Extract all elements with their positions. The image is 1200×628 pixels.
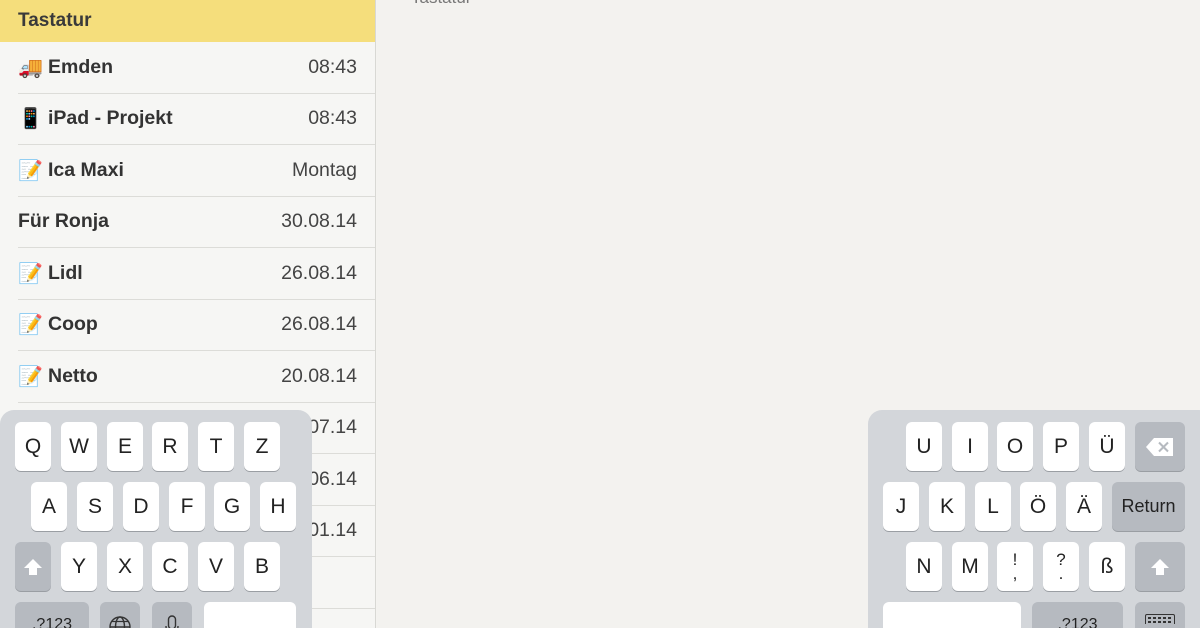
shift-key[interactable] [15,542,51,591]
key[interactable]: C [152,542,188,591]
note-item[interactable]: 📱 iPad - Projekt 08:43 [18,94,375,145]
key[interactable]: I [952,422,988,471]
globe-icon [109,615,131,628]
key[interactable]: X [107,542,143,591]
note-item[interactable]: 📝 Netto 20.08.14 [18,351,375,403]
key-lower: , [1012,563,1018,583]
note-item[interactable]: 🚚 Emden 08:43 [18,42,375,94]
space-key[interactable] [204,602,296,628]
backspace-icon [1146,437,1173,456]
note-body-text[interactable]: Tastatur [411,0,471,8]
memo-icon: 📝 [18,262,43,285]
key[interactable]: Ä [1066,482,1102,531]
memo-icon: 📝 [18,159,43,182]
note-title: Netto [48,364,98,387]
key[interactable]: P [1043,422,1079,471]
keyboard-icon [1145,614,1175,624]
note-date: 06.14 [308,467,357,490]
note-item[interactable]: Für Ronja 30.08.14 [18,197,375,248]
keyboard-right-half: U I O P Ü J K L Ö Ä Return N M ! , ? . ß… [868,410,1200,628]
note-date: 30.08.14 [281,210,357,233]
note-item[interactable]: 📝 Ica Maxi Montag [18,145,375,197]
exclamation-comma-key[interactable]: ! , [997,542,1033,591]
dictation-key[interactable] [152,602,192,628]
key[interactable]: K [929,482,965,531]
key[interactable]: B [244,542,280,591]
key[interactable]: ß [1089,542,1125,591]
key[interactable]: W [61,422,97,471]
key[interactable]: Y [61,542,97,591]
key[interactable]: A [31,482,67,531]
memo-icon: 📝 [18,365,43,388]
key[interactable]: U [906,422,942,471]
note-title: Emden [48,55,114,78]
key[interactable]: Ü [1089,422,1125,471]
note-date: 26.08.14 [281,261,357,284]
key[interactable]: L [975,482,1011,531]
note-title: iPad - Projekt [48,107,173,130]
globe-key[interactable] [100,602,140,628]
note-item[interactable]: 📝 Coop 26.08.14 [18,300,375,351]
numbers-key[interactable]: .?123 [1032,602,1123,628]
note-date: 08:43 [308,107,357,130]
microphone-icon [165,614,179,628]
note-title: Coop [48,313,98,336]
key[interactable]: Ö [1020,482,1056,531]
note-date: Montag [291,158,357,181]
key[interactable]: J [883,482,919,531]
key[interactable]: O [997,422,1033,471]
note-title: Für Ronja [18,210,109,233]
numbers-key[interactable]: .?123 [15,602,89,628]
question-period-key[interactable]: ? . [1043,542,1079,591]
note-title: Lidl [48,261,83,284]
key[interactable]: F [169,482,205,531]
shift-icon [1151,558,1169,575]
key[interactable]: G [214,482,250,531]
key[interactable]: S [77,482,113,531]
note-date: 08:43 [308,55,357,78]
memo-icon: 📝 [18,314,43,337]
key[interactable]: M [952,542,988,591]
space-key[interactable] [883,602,1021,628]
note-date: 07.14 [308,416,357,439]
key[interactable]: H [260,482,296,531]
note-item[interactable]: 📝 Lidl 26.08.14 [18,248,375,300]
return-key[interactable]: Return [1112,482,1185,531]
key[interactable]: T [198,422,234,471]
note-date: 01.14 [308,519,357,542]
shift-key[interactable] [1135,542,1185,591]
note-date: 26.08.14 [281,313,357,336]
key-lower: . [1058,563,1064,583]
key[interactable]: D [123,482,159,531]
key[interactable]: E [107,422,143,471]
note-title: Ica Maxi [48,158,124,181]
key[interactable]: N [906,542,942,591]
shift-icon [24,558,42,575]
key[interactable]: Q [15,422,51,471]
sidebar-header[interactable]: Tastatur [0,0,375,42]
phone-icon: 📱 [18,108,43,131]
key[interactable]: Z [244,422,280,471]
key[interactable]: V [198,542,234,591]
note-date: 20.08.14 [281,364,357,387]
keyboard-left-half: Q W E R T Z A S D F G H Y X C V B .?123 [0,410,312,628]
backspace-key[interactable] [1135,422,1185,471]
key[interactable]: R [152,422,188,471]
truck-icon: 🚚 [18,56,43,79]
dismiss-keyboard-key[interactable] [1135,602,1185,628]
